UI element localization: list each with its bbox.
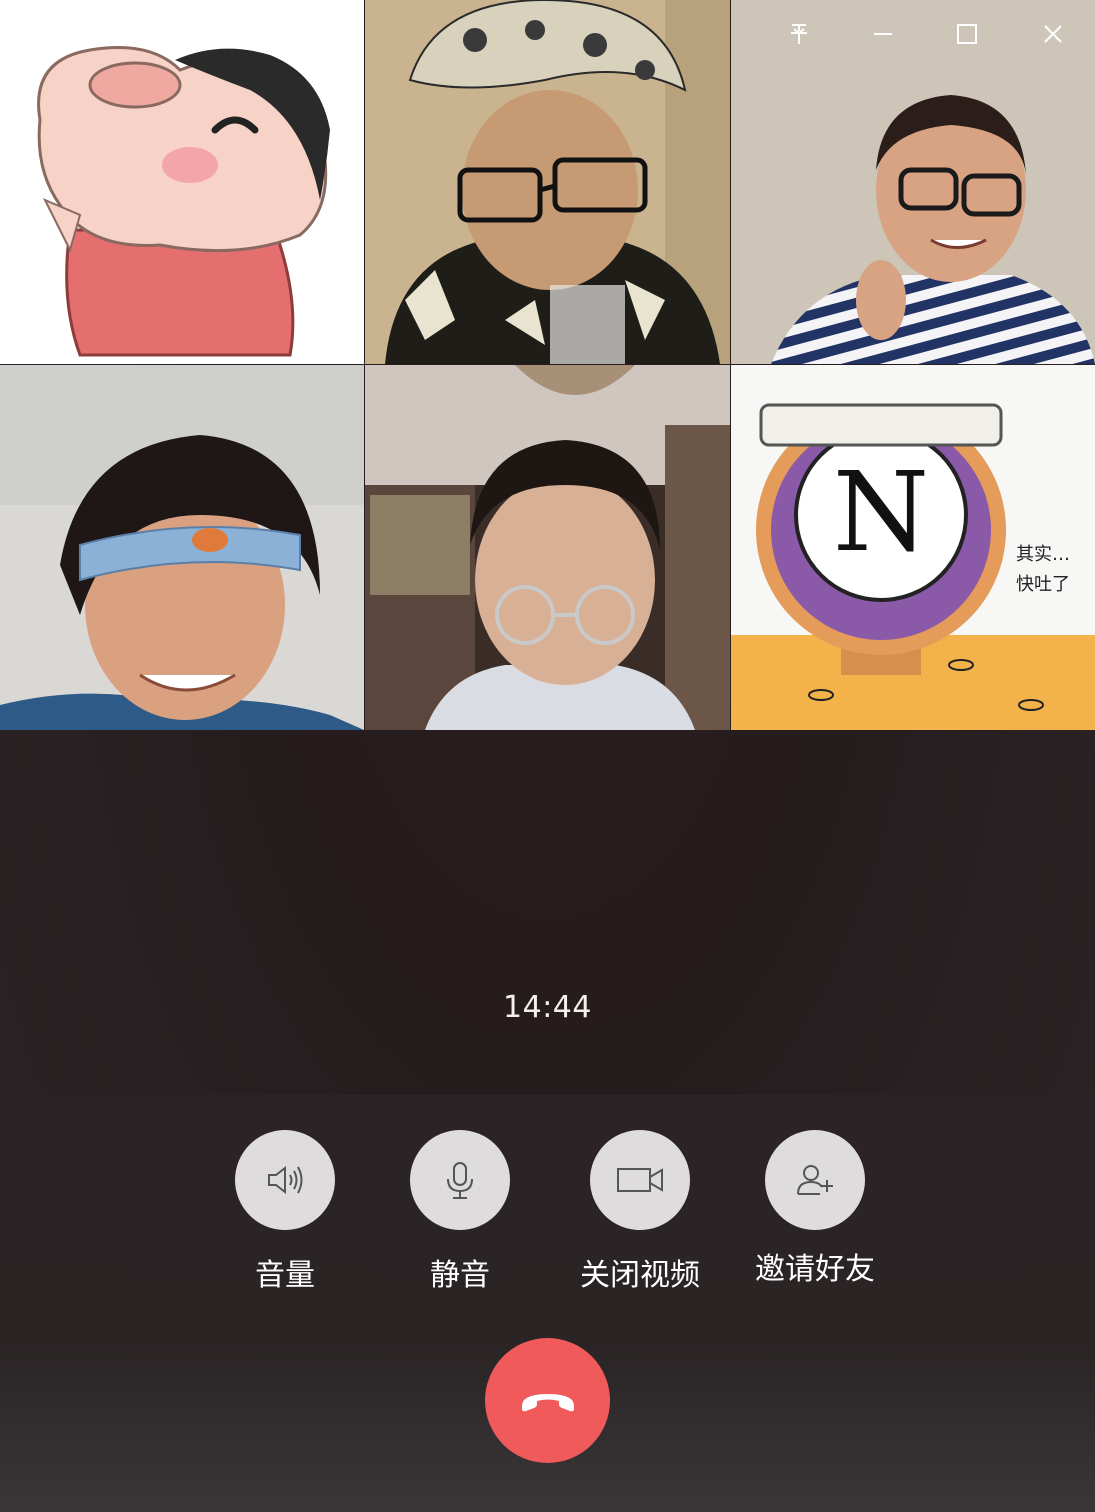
close-icon [1044, 25, 1062, 43]
participant-tile-6[interactable]: N 其实… 快吐了 [731, 365, 1095, 730]
cartoon-avatar-image [0, 0, 364, 364]
minimize-button[interactable] [861, 12, 905, 56]
participant-tile-1[interactable] [0, 0, 364, 364]
participant-tile-2[interactable] [365, 0, 730, 364]
video-off-control[interactable]: 关闭视频 [560, 1130, 720, 1294]
maximize-button[interactable] [945, 12, 989, 56]
microphone-icon [447, 1162, 473, 1199]
call-duration: 14:44 [503, 990, 592, 1025]
participant-grid: N 其实… 快吐了 [0, 0, 1095, 730]
volume-button[interactable] [235, 1130, 335, 1230]
invite-button[interactable] [765, 1130, 865, 1230]
mute-button[interactable] [410, 1130, 510, 1230]
mute-control[interactable]: 静音 [380, 1130, 540, 1294]
participant-video-5 [365, 365, 730, 730]
maximize-icon [957, 24, 977, 44]
hangup-button[interactable] [485, 1338, 610, 1463]
pin-icon [791, 24, 807, 44]
hangup-phone-icon [521, 1393, 574, 1411]
participant-tile-4[interactable] [0, 365, 364, 730]
video-camera-icon [617, 1168, 663, 1192]
participant-video-2 [365, 0, 730, 364]
participant-tile-5[interactable] [365, 365, 730, 730]
video-off-label: 关闭视频 [580, 1258, 700, 1293]
add-user-icon [797, 1165, 833, 1195]
meme-caption-line-1: 其实… [1016, 544, 1070, 565]
invite-label: 邀请好友 [755, 1252, 875, 1287]
participant-tile-3[interactable] [731, 0, 1095, 364]
invite-control[interactable]: 邀请好友 [735, 1130, 895, 1288]
minimize-icon [874, 33, 892, 35]
speaker-icon [268, 1165, 303, 1195]
meme-caption: 其实… 快吐了 [1016, 540, 1070, 600]
volume-label: 音量 [255, 1258, 315, 1293]
video-off-button[interactable] [590, 1130, 690, 1230]
meme-letter-n: N [833, 448, 929, 576]
participant-video-4 [0, 365, 364, 730]
meme-caption-line-2: 快吐了 [1016, 574, 1070, 595]
volume-control[interactable]: 音量 [205, 1130, 365, 1294]
video-call-window: N 其实… 快吐了 14:44 音量 静音 关闭视频 邀请好友 [0, 0, 1095, 1512]
close-button[interactable] [1031, 12, 1075, 56]
pin-button[interactable] [777, 12, 821, 56]
mute-label: 静音 [430, 1258, 490, 1293]
